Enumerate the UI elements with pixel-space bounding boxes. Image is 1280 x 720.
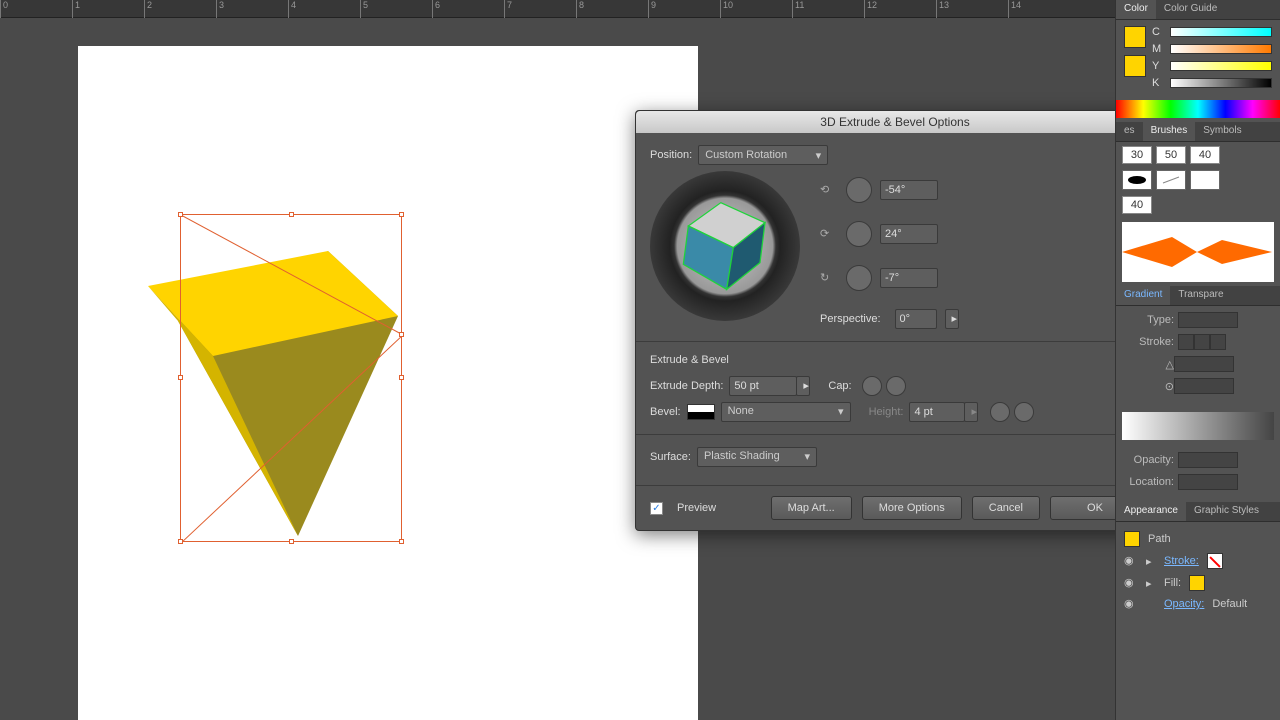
- rotate-x-control: ⟲: [820, 177, 959, 203]
- chevron-down-icon: ▾: [816, 149, 822, 162]
- k-slider[interactable]: [1170, 78, 1272, 88]
- visibility-icon[interactable]: ◉: [1124, 576, 1138, 590]
- brush-preview[interactable]: [1122, 222, 1274, 282]
- disclosure-icon[interactable]: ▸: [1146, 577, 1156, 590]
- surface-label: Surface:: [650, 451, 691, 463]
- color-spectrum[interactable]: [1116, 100, 1280, 118]
- cap-label: Cap:: [828, 380, 851, 392]
- y-slider[interactable]: [1170, 61, 1272, 71]
- rotate-y-control: ⟳: [820, 221, 959, 247]
- position-dropdown[interactable]: Custom Rotation▾: [698, 145, 828, 165]
- surface-dropdown[interactable]: Plastic Shading▾: [697, 447, 817, 467]
- extrude-bevel-section-label: Extrude & Bevel: [650, 354, 1140, 366]
- gradient-strip[interactable]: [1122, 412, 1274, 440]
- perspective-label: Perspective:: [820, 313, 881, 325]
- gradient-angle-input[interactable]: [1174, 356, 1234, 372]
- extrude-depth-label: Extrude Depth:: [650, 380, 723, 392]
- brush-size-4[interactable]: [1122, 196, 1152, 214]
- gradient-location-input[interactable]: [1178, 474, 1238, 490]
- bevel-height-input: [909, 402, 965, 422]
- depth-stepper[interactable]: ▸: [796, 376, 810, 396]
- tab-color[interactable]: Color: [1116, 0, 1156, 19]
- appearance-thumb: [1124, 531, 1140, 547]
- rotate-z-knob[interactable]: [846, 265, 872, 291]
- m-slider[interactable]: [1170, 44, 1272, 54]
- rotate-y-knob[interactable]: [846, 221, 872, 247]
- tab-transparency[interactable]: Transpare: [1170, 286, 1231, 305]
- cap-off-button[interactable]: [886, 376, 906, 396]
- rotate-z-input[interactable]: [880, 268, 938, 288]
- bevel-extent-out-button: [1014, 402, 1034, 422]
- stroke-swatch[interactable]: [1124, 55, 1146, 77]
- more-options-button[interactable]: More Options: [862, 496, 962, 520]
- rotate-y-icon: ⟳: [820, 227, 838, 241]
- brush-item[interactable]: [1190, 170, 1220, 190]
- brush-size-3[interactable]: [1190, 146, 1220, 164]
- disclosure-icon[interactable]: ▸: [1146, 555, 1156, 568]
- brush-item[interactable]: [1156, 170, 1186, 190]
- chevron-down-icon: ▾: [804, 450, 810, 464]
- stroke-gradient-3[interactable]: [1210, 334, 1226, 350]
- tab-color-guide[interactable]: Color Guide: [1156, 0, 1225, 19]
- tab-gradient[interactable]: Gradient: [1116, 286, 1170, 305]
- fill-color-swatch[interactable]: [1189, 575, 1205, 591]
- appearance-panel: Path ◉▸Stroke: ◉▸Fill: ◉Opacity:Default: [1116, 522, 1280, 620]
- appearance-fill-row[interactable]: ◉▸Fill:: [1122, 572, 1274, 594]
- stroke-gradient-2[interactable]: [1194, 334, 1210, 350]
- stroke-gradient-1[interactable]: [1178, 334, 1194, 350]
- gradient-aspect-input[interactable]: [1174, 378, 1234, 394]
- tab-brushes[interactable]: Brushes: [1143, 122, 1196, 141]
- brush-size-1[interactable]: [1122, 146, 1152, 164]
- cap-on-button[interactable]: [862, 376, 882, 396]
- visibility-icon[interactable]: ◉: [1124, 597, 1138, 611]
- brush-size-2[interactable]: [1156, 146, 1186, 164]
- bevel-extent-in-button: [990, 402, 1010, 422]
- cancel-button[interactable]: Cancel: [972, 496, 1040, 520]
- gradient-opacity-input[interactable]: [1178, 452, 1238, 468]
- c-slider[interactable]: [1170, 27, 1272, 37]
- height-stepper: ▸: [964, 402, 978, 422]
- rotate-x-icon: ⟲: [820, 183, 838, 197]
- tab-symbols[interactable]: Symbols: [1195, 122, 1249, 141]
- bevel-height-label: Height:: [869, 406, 904, 418]
- appearance-object-type: Path: [1148, 533, 1171, 545]
- bevel-swatch: [687, 404, 715, 420]
- perspective-stepper[interactable]: ▸: [945, 309, 959, 329]
- chevron-down-icon: ▾: [838, 405, 844, 419]
- map-art-button[interactable]: Map Art...: [771, 496, 852, 520]
- brushes-panel: [1116, 142, 1280, 282]
- appearance-opacity-row[interactable]: ◉Opacity:Default: [1122, 594, 1274, 614]
- artboard[interactable]: [78, 46, 698, 720]
- bevel-label: Bevel:: [650, 406, 681, 418]
- rotate-x-knob[interactable]: [846, 177, 872, 203]
- rotate-x-input[interactable]: [880, 180, 938, 200]
- brush-item[interactable]: [1122, 170, 1152, 190]
- rotate-z-icon: ↻: [820, 271, 838, 285]
- rotate-y-input[interactable]: [880, 224, 938, 244]
- 3d-extrude-bevel-dialog: 3D Extrude & Bevel Options Position: Cus…: [635, 110, 1155, 531]
- horizontal-ruler: 01234567891011121314: [0, 0, 1115, 18]
- rotate-z-control: ↻: [820, 265, 959, 291]
- aspect-icon: ⊙: [1124, 380, 1174, 393]
- position-label: Position:: [650, 149, 692, 161]
- selection-box[interactable]: [180, 214, 402, 542]
- preview-checkbox[interactable]: ✓: [650, 502, 663, 515]
- dialog-title[interactable]: 3D Extrude & Bevel Options: [636, 111, 1154, 133]
- tab-appearance[interactable]: Appearance: [1116, 502, 1186, 521]
- preview-label[interactable]: Preview: [677, 502, 716, 514]
- right-panels: ColorColor Guide C M Y K esBrushesSymbol…: [1115, 0, 1280, 720]
- angle-icon: △: [1124, 358, 1174, 371]
- tab-graphic-styles[interactable]: Graphic Styles: [1186, 502, 1267, 521]
- perspective-input[interactable]: [895, 309, 937, 329]
- gradient-type-dropdown[interactable]: [1178, 312, 1238, 328]
- color-panel: C M Y K: [1116, 20, 1280, 100]
- gradient-panel: Type: Stroke: △ ⊙: [1116, 306, 1280, 406]
- appearance-stroke-row[interactable]: ◉▸Stroke:: [1122, 550, 1274, 572]
- visibility-icon[interactable]: ◉: [1124, 554, 1138, 568]
- bevel-dropdown[interactable]: None▾: [721, 402, 851, 422]
- rotation-trackball[interactable]: [650, 171, 800, 321]
- fill-swatch[interactable]: [1124, 26, 1146, 48]
- extrude-depth-input[interactable]: [729, 376, 797, 396]
